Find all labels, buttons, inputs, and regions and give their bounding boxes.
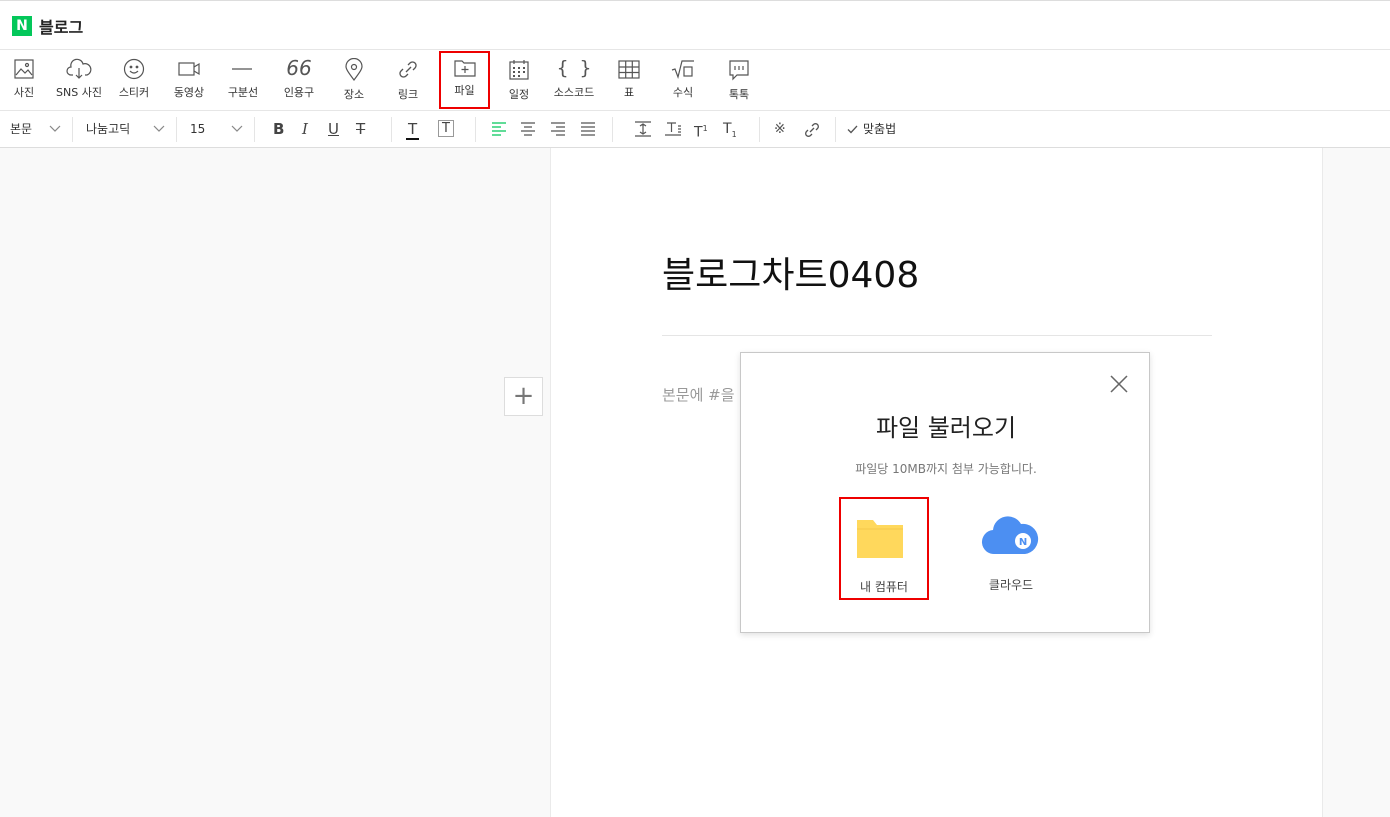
align-justify-icon[interactable] <box>580 122 596 136</box>
underline-icon[interactable]: U <box>328 111 339 147</box>
toolbar-divider-button[interactable]: 구분선 <box>222 56 264 110</box>
format-toolbar: 본문 나눔고딕 15 B I U T T T T1 T1 ※ 맞춤법 <box>0 111 1390 148</box>
toolbar-label: 일정 <box>508 88 530 101</box>
italic-icon[interactable]: I <box>302 111 308 147</box>
toolbar-label: 링크 <box>397 88 419 101</box>
smile-icon <box>123 58 145 80</box>
subscript-icon[interactable]: T1 <box>723 111 737 147</box>
divider-icon <box>232 68 252 70</box>
chat-icon <box>729 60 749 81</box>
separator <box>759 117 760 142</box>
toolbar-quote-button[interactable]: 66 인용구 <box>278 56 320 110</box>
title-divider <box>662 335 1212 336</box>
location-pin-icon <box>345 58 363 82</box>
cloud-icon: N <box>981 516 1039 555</box>
toolbar-label: 스티커 <box>118 86 150 99</box>
text-color-icon[interactable]: T <box>406 111 420 147</box>
font-family-select[interactable]: 나눔고딕 <box>86 111 130 147</box>
toolbar-label: 구분선 <box>227 86 259 99</box>
strikethrough-icon[interactable]: T <box>356 111 365 147</box>
toolbar-file-button[interactable]: 파일 <box>439 51 490 109</box>
separator <box>612 117 613 142</box>
toolbar-label: 장소 <box>343 88 365 101</box>
toolbar-label: SNS 사진 <box>56 86 102 99</box>
superscript-icon[interactable]: T1 <box>694 111 708 147</box>
insert-toolbar: 사진 SNS 사진 스티커 동영상 구분선 ▼ 66 인용구 ▼ 장소 링크 파… <box>0 50 1390 125</box>
letter-spacing-icon[interactable] <box>664 121 682 137</box>
dialog-subtitle: 파일당 10MB까지 첨부 가능합니다. <box>855 462 1037 476</box>
dialog-title: 파일 불러오기 <box>875 414 1017 442</box>
table-icon <box>618 60 640 79</box>
app-title[interactable]: 블로그 <box>39 14 83 38</box>
body-placeholder[interactable]: 본문에 #을 <box>662 384 735 405</box>
file-folder-icon <box>453 60 476 77</box>
align-left-icon[interactable] <box>491 122 507 136</box>
separator <box>835 117 836 142</box>
text-background-icon[interactable]: T <box>438 111 454 147</box>
toolbar-schedule-button[interactable]: 일정 <box>501 56 537 110</box>
separator <box>254 117 255 142</box>
cloud-download-icon <box>66 58 92 79</box>
formula-icon <box>671 60 694 80</box>
folder-icon <box>857 520 903 558</box>
add-component-button[interactable]: + <box>504 377 543 416</box>
toolbar-label: 동영상 <box>173 86 205 99</box>
option-label: 내 컴퓨터 <box>860 580 908 594</box>
chevron-down-icon[interactable] <box>153 124 165 134</box>
separator <box>72 117 73 142</box>
toolbar-label: 인용구 <box>283 86 315 99</box>
toolbar-sns-photo-button[interactable]: SNS 사진 <box>54 56 104 110</box>
toolbar-label: 사진 <box>13 86 35 99</box>
font-size-select[interactable]: 15 <box>190 111 205 147</box>
align-right-icon[interactable] <box>550 122 566 136</box>
toolbar-label: 표 <box>623 86 635 99</box>
cloud-option[interactable]: N 클라우드 <box>966 497 1056 600</box>
chevron-down-icon[interactable] <box>49 124 61 134</box>
toolbar-photo-button[interactable]: 사진 <box>6 56 42 110</box>
link-icon[interactable] <box>804 122 820 138</box>
toolbar-formula-button[interactable]: 수식 <box>665 56 701 110</box>
calendar-icon <box>509 60 529 80</box>
quote-icon: 66 <box>286 56 312 80</box>
option-label: 클라우드 <box>988 578 1034 592</box>
toolbar-label: 수식 <box>672 86 694 99</box>
paragraph-style-select[interactable]: 본문 <box>10 111 32 147</box>
toolbar-label: 소스코드 <box>553 86 595 99</box>
toolbar-talktalk-button[interactable]: 톡톡 <box>721 56 757 110</box>
app-header: N 블로그 <box>0 0 1390 50</box>
code-braces-icon: { } <box>556 57 592 79</box>
bold-icon[interactable]: B <box>273 111 284 147</box>
align-center-icon[interactable] <box>520 122 536 136</box>
naver-logo[interactable]: N <box>12 16 32 36</box>
link-icon <box>399 61 417 78</box>
toolbar-link-button[interactable]: 링크 <box>390 56 426 110</box>
separator <box>391 117 392 142</box>
separator <box>475 117 476 142</box>
toolbar-label: 톡톡 <box>728 88 750 101</box>
toolbar-sticker-button[interactable]: 스티커 <box>114 56 154 110</box>
post-title[interactable]: 블로그차트0408 <box>662 246 919 298</box>
toolbar-source-code-button[interactable]: { } 소스코드 <box>548 56 600 110</box>
toolbar-label: 파일 <box>454 84 475 97</box>
toolbar-place-button[interactable]: 장소 <box>336 56 372 110</box>
cloud-badge: N <box>1019 537 1027 548</box>
line-height-icon[interactable] <box>634 121 652 137</box>
spell-check-button[interactable]: 맞춤법 <box>863 111 896 147</box>
separator <box>176 117 177 142</box>
image-icon <box>14 59 34 79</box>
toolbar-table-button[interactable]: 표 <box>612 56 646 110</box>
my-computer-option[interactable]: 내 컴퓨터 <box>839 497 929 600</box>
toolbar-video-button[interactable]: 동영상 <box>169 56 209 110</box>
check-icon <box>847 125 858 134</box>
chevron-down-icon[interactable] <box>231 124 243 134</box>
file-import-dialog: 파일 불러오기 파일당 10MB까지 첨부 가능합니다. 내 컴퓨터 N 클라우… <box>740 352 1150 633</box>
special-char-icon[interactable]: ※ <box>774 111 786 147</box>
close-icon[interactable] <box>1108 373 1130 395</box>
video-icon <box>178 62 200 76</box>
